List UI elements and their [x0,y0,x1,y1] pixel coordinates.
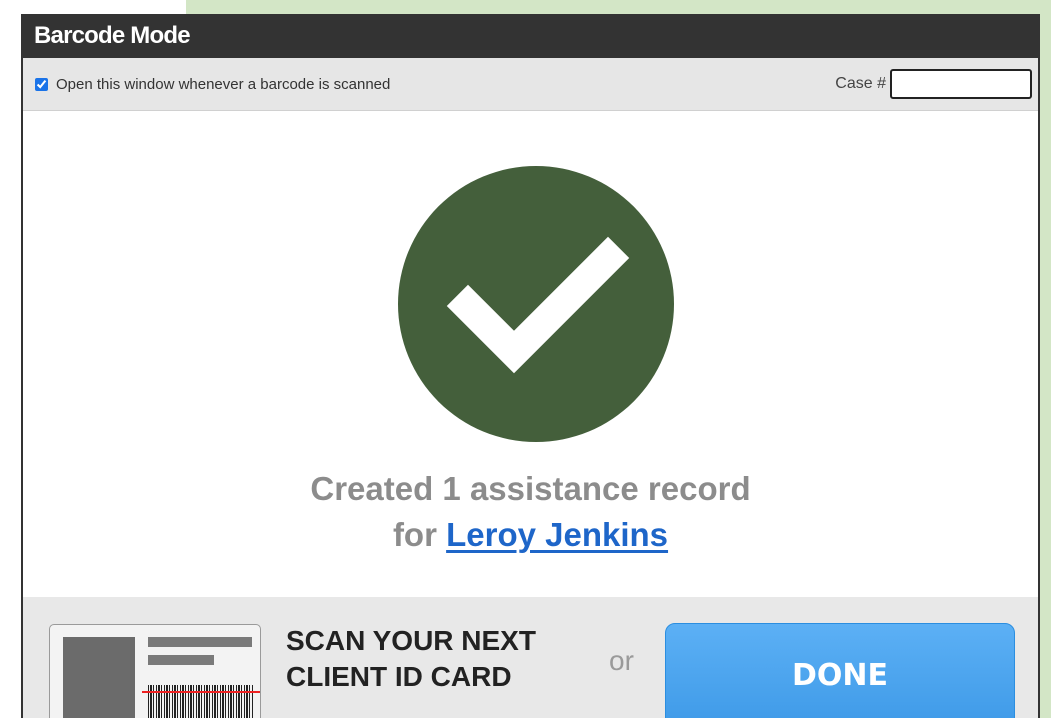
id-text-line [148,655,214,665]
check-circle-icon [398,166,674,442]
open-on-scan-checkbox[interactable] [35,77,48,91]
scan-instruction-line-2: CLIENT ID CARD [286,661,512,692]
result-for-label: for [392,516,437,553]
open-on-scan-label[interactable]: Open this window whenever a barcode is s… [56,76,390,93]
id-photo-placeholder [63,637,135,718]
result-panel: Created 1 assistance record for Leroy Je… [23,111,1038,611]
result-line-1: Created 1 assistance record [310,470,751,507]
window-title: Barcode Mode [34,22,191,49]
barcode-mode-window: Barcode Mode Open this window whenever a… [21,14,1040,718]
scan-instruction-line-1: SCAN YOUR NEXT [286,625,536,656]
id-text-line [148,637,252,647]
id-card-illustration [49,624,261,718]
case-number-label: Case # [835,75,886,92]
result-message: Created 1 assistance record for Leroy Je… [23,466,1038,558]
footer-bar: SCAN YOUR NEXT CLIENT ID CARD or DONE [23,597,1038,718]
case-number-input[interactable] [890,69,1032,99]
scan-line [142,691,260,693]
done-button[interactable]: DONE [665,623,1015,718]
result-line-2: for Leroy Jenkins [23,512,1038,558]
scan-instruction: SCAN YOUR NEXT CLIENT ID CARD [286,623,536,695]
title-bar: Barcode Mode [23,14,1038,58]
options-bar: Open this window whenever a barcode is s… [23,58,1038,111]
or-separator: or [609,645,634,676]
client-name-link[interactable]: Leroy Jenkins [446,516,668,553]
barcode-icon [148,685,253,718]
